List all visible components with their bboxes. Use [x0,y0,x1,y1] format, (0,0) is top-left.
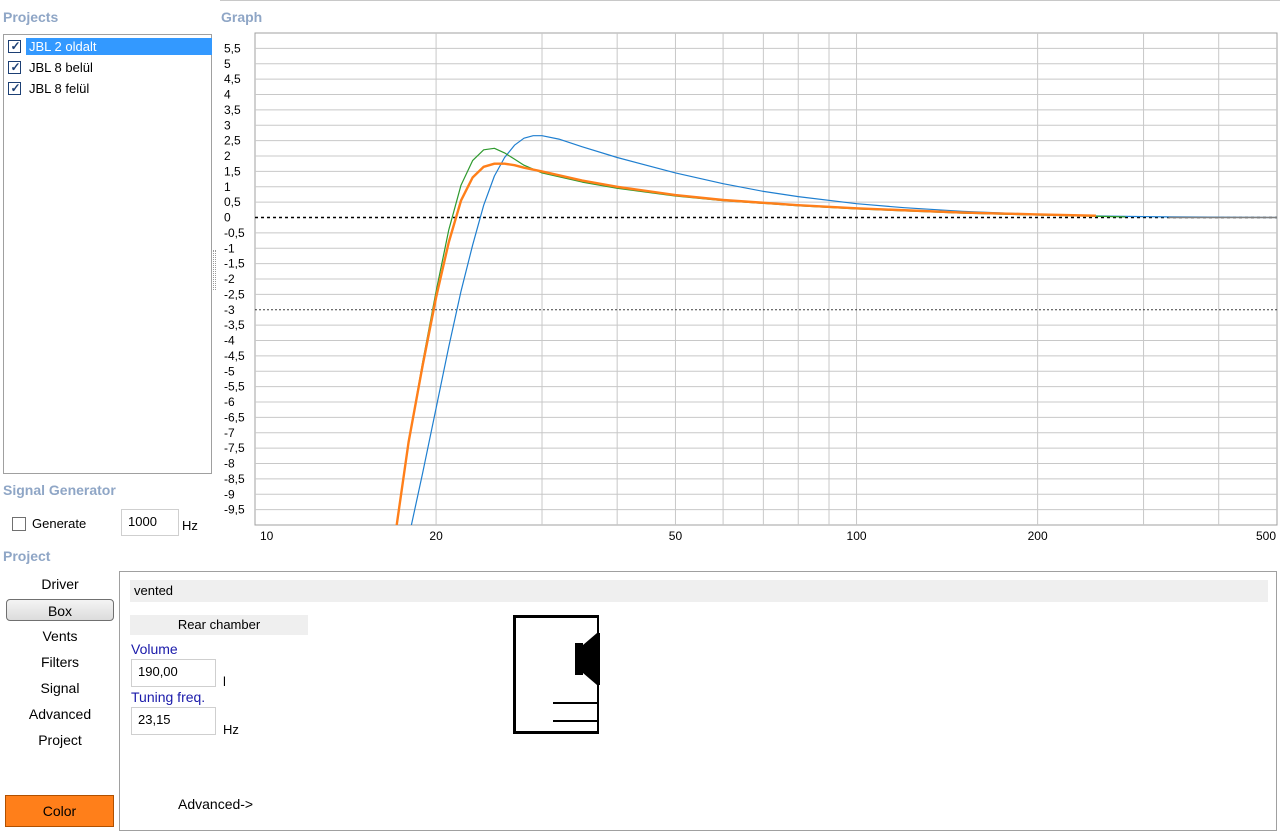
project-label: JBL 8 felül [29,81,90,96]
y-tick-label: -6 [224,395,235,409]
projects-list[interactable]: ✓ JBL 2 oldalt ✓ JBL 8 belül ✓ JBL 8 fel… [3,34,212,474]
nav-driver[interactable]: Driver [6,573,114,595]
check-icon: ✓ [10,81,21,95]
nav-filters[interactable]: Filters [6,651,114,673]
y-tick-label: -2 [224,272,235,286]
y-tick-label: 4,5 [224,72,241,86]
response-graph: 5,5 54,5 43,53 2,521,5 10,5 0-0,5-1 -1,5-2-2,5… [224,32,1278,543]
y-tick-label: 1,5 [224,164,241,178]
y-tick-label: 5,5 [224,41,241,55]
project-checkbox[interactable]: ✓ [8,39,21,53]
y-tick-label: 3,5 [224,103,241,117]
generate-label: Generate [32,516,87,531]
nav-box[interactable]: Box [6,599,114,621]
box-settings-panel: vented Rear chamber Volume 190,00 l Tuni… [119,571,1277,831]
y-tick-label: 0 [224,211,231,225]
y-tick-label: -4 [224,334,235,348]
y-tick-label: -3 [224,303,235,317]
y-tick-label: 2,5 [224,134,241,148]
y-tick-label: -9,5 [224,503,245,517]
y-tick-label: -7,5 [224,441,245,455]
y-tick-label: -1 [224,241,235,255]
y-tick-label: -9 [224,487,235,501]
volume-unit: l [223,674,226,689]
vented-box-diagram [513,615,603,737]
y-tick-label: -8,5 [224,472,245,486]
rear-chamber-header: Rear chamber [130,615,308,635]
y-tick-label: 1 [224,180,231,194]
frequency-unit: Hz [182,518,198,533]
project-checkbox[interactable]: ✓ [8,81,21,95]
frequency-input[interactable]: 1000 [121,509,179,536]
nav-advanced[interactable]: Advanced [6,703,114,725]
project-label: JBL 8 belül [29,60,93,75]
y-tick-label: -6,5 [224,410,245,424]
volume-label: Volume [131,641,178,657]
tuning-label: Tuning freq. [131,689,206,705]
color-button[interactable]: Color [5,795,114,827]
y-tick-label: -2,5 [224,287,245,301]
x-tick-label: 10 [260,529,274,543]
generate-toggle[interactable]: Generate [12,516,86,531]
x-tick-label: 200 [1028,529,1048,543]
y-tick-label: 2 [224,149,231,163]
y-tick-label: -1,5 [224,257,245,271]
nav-signal[interactable]: Signal [6,677,114,699]
nav-project[interactable]: Project [6,729,114,751]
y-tick-label: 0,5 [224,195,241,209]
project-item[interactable]: ✓ JBL 8 belül [8,58,212,77]
y-tick-label: -5 [224,364,235,378]
x-tick-label: 20 [429,529,443,543]
y-tick-label: -8 [224,457,235,471]
projects-title: Projects [3,9,59,25]
tuning-unit: Hz [223,722,239,737]
generate-checkbox[interactable] [12,516,26,531]
y-tick-label: -5,5 [224,380,245,394]
top-divider [220,0,1280,1]
project-label: JBL 2 oldalt [26,38,212,55]
y-tick-label: -4,5 [224,349,245,363]
nav-vents[interactable]: Vents [6,625,114,647]
y-tick-label: 5 [224,57,231,71]
tuning-input[interactable]: 23,15 [131,707,216,735]
y-tick-label: 4 [224,88,231,102]
box-type-header: vented [130,580,1268,602]
graph-title: Graph [221,9,263,25]
x-tick-label: 500 [1256,529,1276,543]
volume-input[interactable]: 190,00 [131,659,216,687]
project-title: Project [3,548,51,564]
x-tick-label: 100 [847,529,867,543]
project-item[interactable]: ✓ JBL 8 felül [8,79,212,98]
y-tick-label: -7 [224,426,235,440]
project-checkbox[interactable]: ✓ [8,60,21,74]
y-tick-label: 3 [224,118,231,132]
advanced-link[interactable]: Advanced-> [178,796,253,812]
y-tick-label: -0,5 [224,226,245,240]
check-icon: ✓ [10,39,21,53]
signal-generator-title: Signal Generator [3,482,116,498]
project-item[interactable]: ✓ JBL 2 oldalt [8,37,212,56]
check-icon: ✓ [10,60,21,74]
x-tick-label: 50 [669,529,683,543]
y-tick-label: -3,5 [224,318,245,332]
